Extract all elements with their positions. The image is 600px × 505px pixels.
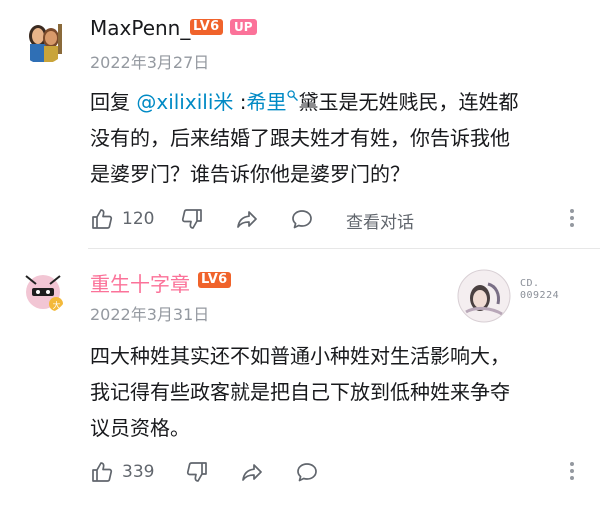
up-badge: UP (230, 19, 257, 35)
reply-button[interactable] (290, 205, 314, 233)
like-icon (92, 462, 113, 482)
like-button[interactable]: 339 (90, 458, 154, 486)
share-button[interactable] (235, 205, 259, 233)
keyword-link[interactable]: 希里 (246, 90, 299, 114)
comment-divider (88, 248, 600, 249)
comment-date: 2022年3月31日 (90, 305, 210, 324)
svg-text:大: 大 (53, 300, 61, 310)
level-badge: LV6 (198, 272, 231, 288)
reply-icon (297, 463, 317, 482)
comment-content[interactable]: 回复 @xilixili米 :希里 黛玉是无姓贱民，连姓都 没有的，后来结婚了跟夫… (90, 84, 574, 192)
reply-button[interactable] (295, 458, 319, 486)
avatar[interactable] (18, 14, 68, 64)
like-count: 120 (122, 209, 155, 229)
more-icon[interactable] (570, 209, 574, 230)
comment-text: 我记得有些政客就是把自己下放到低种姓来争夺 (90, 380, 510, 404)
share-button[interactable] (240, 458, 264, 486)
comment-text: 是婆罗门？谁告诉你他是婆罗门的？ (90, 162, 410, 186)
like-icon (92, 209, 113, 229)
comment-content[interactable]: 四大种姓其实还不如普通小种姓对生活影响大， 我记得有些政客就是把自己下放到低种姓… (90, 338, 574, 446)
comment-actions: 339 (90, 458, 582, 486)
username[interactable]: 重生十字章 (90, 268, 190, 297)
fan-badge-number: CD. 009224 (520, 278, 560, 301)
comment-text: 黛玉是无姓贱民，连姓都 (298, 90, 519, 114)
share-icon (242, 464, 262, 481)
reply-icon (292, 210, 312, 229)
view-conversation-link[interactable]: 查看对话 (346, 208, 414, 233)
avatar[interactable]: 大 (18, 264, 68, 314)
level-badge: LV6 (190, 19, 223, 35)
share-icon (237, 211, 257, 228)
comment-actions: 120 查看对话 (90, 205, 582, 233)
dislike-icon (181, 209, 202, 229)
search-icon (287, 90, 299, 101)
username[interactable]: MaxPenn_ (90, 16, 190, 40)
comment-text: 四大种姓其实还不如普通小种姓对生活影响大， (90, 344, 510, 368)
comment-text: 议员资格。 (90, 416, 190, 440)
comment-text: 没有的，后来结婚了跟夫姓才有姓，你告诉我他 (90, 126, 510, 150)
mention-separator: : (233, 90, 247, 114)
fan-badge[interactable] (456, 268, 512, 324)
dislike-button[interactable] (185, 458, 209, 486)
comment-date: 2022年3月27日 (90, 53, 210, 72)
mention-link[interactable]: @xilixili米 (136, 90, 233, 114)
comment-item: MaxPenn_ LV6 UP 2022年3月27日 回复 @xilixili米… (0, 0, 600, 248)
dislike-button[interactable] (180, 205, 204, 233)
comment-item: 大 重生十字章 LV6 2022年3月31日 CD. 009224 四大种姓其实… (0, 258, 600, 505)
reply-prefix: 回复 (90, 90, 137, 114)
dislike-icon (186, 462, 207, 482)
like-button[interactable]: 120 (90, 205, 154, 233)
more-icon[interactable] (570, 462, 574, 483)
like-count: 339 (122, 462, 155, 482)
